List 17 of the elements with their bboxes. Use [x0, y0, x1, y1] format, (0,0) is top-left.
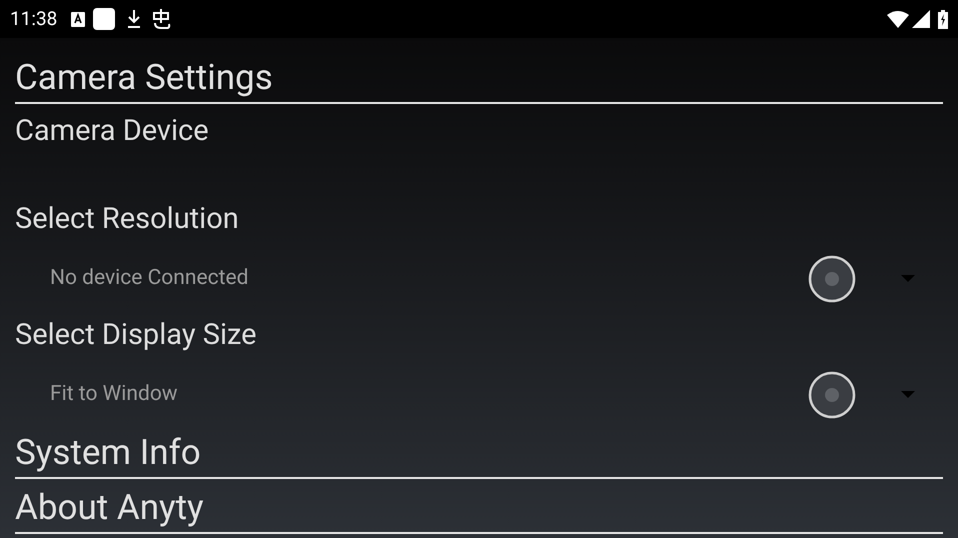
text-icon — [71, 12, 86, 26]
radio-button[interactable] — [808, 371, 856, 419]
setting-label: Camera Device — [15, 113, 209, 150]
spinner-value[interactable]: Fit to Window — [50, 379, 808, 411]
setting-label: Select Resolution — [15, 201, 239, 238]
signal-icon — [912, 10, 930, 28]
section-header: Camera Settings — [15, 56, 273, 100]
radio-button[interactable] — [808, 255, 856, 303]
spinner-value[interactable]: No device Connected — [50, 263, 808, 295]
clock: 11:38 — [10, 6, 58, 32]
setting-label: Select Display Size — [15, 317, 257, 354]
battery-icon — [938, 10, 948, 28]
section-header: System Info — [15, 431, 201, 475]
section-header: About Anyty — [15, 486, 204, 530]
square-icon — [93, 8, 116, 30]
download-icon — [126, 9, 142, 29]
wifi-icon — [887, 10, 909, 28]
